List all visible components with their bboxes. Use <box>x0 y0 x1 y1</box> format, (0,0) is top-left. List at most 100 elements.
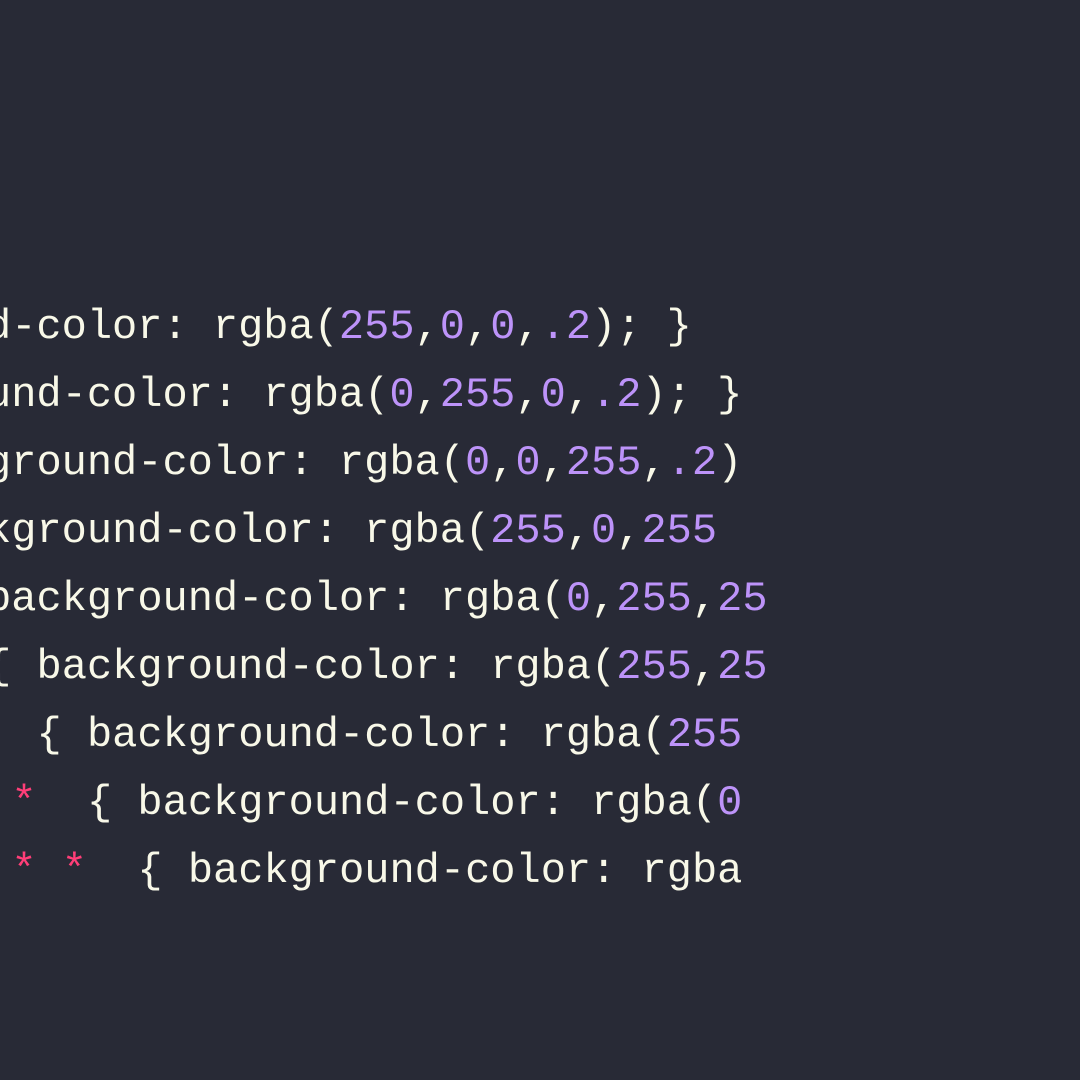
css-property: background-color <box>0 507 314 555</box>
comma: , <box>515 303 540 351</box>
css-property: ground-color <box>0 303 162 351</box>
css-number: 0 <box>465 439 490 487</box>
comma: , <box>641 439 666 487</box>
css-number: 0 <box>490 303 515 351</box>
paren-open: ( <box>364 371 389 419</box>
css-number: 25 <box>717 643 767 691</box>
whitespace <box>0 847 11 895</box>
code-line: * * { background-color: rgba(255,25 <box>0 633 1080 701</box>
whitespace <box>112 779 137 827</box>
code-line: ground-color: rgba(255,0,0,.2); } <box>0 293 1080 361</box>
comma: , <box>616 507 641 555</box>
trailing-punct: ); } <box>641 371 742 419</box>
css-function: rgba <box>642 847 743 895</box>
css-property: background-color <box>0 439 288 487</box>
css-number: 255 <box>440 371 516 419</box>
comma: , <box>566 371 591 419</box>
css-number: 255 <box>667 711 743 759</box>
css-function: rgba <box>440 575 541 623</box>
code-line: ckground-color: rgba(0,255,0,.2); } <box>0 361 1080 429</box>
colon: : <box>162 303 212 351</box>
css-number: 0 <box>541 371 566 419</box>
comma: , <box>692 575 717 623</box>
whitespace <box>62 711 87 759</box>
css-function: rgba <box>364 507 465 555</box>
comma: , <box>415 371 440 419</box>
css-number: 255 <box>616 643 692 691</box>
comma: , <box>490 439 515 487</box>
code-line: * * * * { background-color: rgba(0 <box>0 769 1080 837</box>
css-number: 255 <box>616 575 692 623</box>
paren-open: ( <box>692 779 717 827</box>
whitespace <box>37 779 62 827</box>
code-line: * * * * * { background-color: rgba <box>0 837 1080 905</box>
paren-open: ( <box>314 303 339 351</box>
paren-open: ( <box>591 643 616 691</box>
css-function: rgba <box>591 779 692 827</box>
css-property: background-color <box>37 643 440 691</box>
colon: : <box>490 711 540 759</box>
css-number: 255 <box>641 507 717 555</box>
whitespace <box>0 779 11 827</box>
whitespace <box>62 779 87 827</box>
css-number: 0 <box>515 439 540 487</box>
brace-open: { <box>137 847 162 895</box>
css-number: .2 <box>541 303 591 351</box>
css-number: 25 <box>717 575 767 623</box>
paren-open: ( <box>440 439 465 487</box>
colon: : <box>314 507 364 555</box>
css-function: rgba <box>541 711 642 759</box>
brace-open: { <box>0 643 11 691</box>
css-number: .2 <box>591 371 641 419</box>
code-line: { background-color: rgba(255,0,255 <box>0 497 1080 565</box>
selector-star: * <box>62 847 87 895</box>
css-function: rgba <box>213 303 314 351</box>
colon: : <box>288 439 338 487</box>
css-function: rgba <box>339 439 440 487</box>
comma: , <box>566 507 591 555</box>
colon: : <box>591 847 641 895</box>
whitespace <box>0 711 11 759</box>
css-number: 0 <box>591 507 616 555</box>
paren-open: ( <box>641 711 666 759</box>
code-line: * * * { background-color: rgba(255 <box>0 701 1080 769</box>
colon: : <box>440 643 490 691</box>
selector-star: * <box>11 779 36 827</box>
selector-star: * <box>11 847 36 895</box>
comma: , <box>415 303 440 351</box>
css-number: 0 <box>389 371 414 419</box>
colon: : <box>389 575 439 623</box>
css-number: 0 <box>566 575 591 623</box>
css-property: ckground-color <box>0 371 213 419</box>
css-function: rgba <box>263 371 364 419</box>
code-line: * { background-color: rgba(0,255,25 <box>0 565 1080 633</box>
whitespace <box>112 847 137 895</box>
css-number: 0 <box>440 303 465 351</box>
trailing-punct: ) <box>717 439 742 487</box>
comma: , <box>692 643 717 691</box>
css-property: background-color <box>87 711 490 759</box>
whitespace <box>11 643 36 691</box>
css-number: .2 <box>667 439 717 487</box>
colon: : <box>213 371 263 419</box>
whitespace <box>37 847 62 895</box>
code-lines-container: ground-color: rgba(255,0,0,.2); }ckgroun… <box>0 293 1080 905</box>
css-number: 255 <box>490 507 566 555</box>
css-number: 255 <box>566 439 642 487</box>
css-number: 0 <box>717 779 742 827</box>
comma: , <box>465 303 490 351</box>
css-property: background-color <box>137 779 540 827</box>
paren-open: ( <box>465 507 490 555</box>
whitespace <box>87 847 112 895</box>
paren-open: ( <box>541 575 566 623</box>
comma: , <box>541 439 566 487</box>
whitespace <box>163 847 188 895</box>
whitespace <box>11 711 36 759</box>
colon: : <box>541 779 591 827</box>
css-function: rgba <box>490 643 591 691</box>
code-editor: ground-color: rgba(255,0,0,.2); }ckgroun… <box>0 0 1080 973</box>
code-line: background-color: rgba(0,0,255,.2) <box>0 429 1080 497</box>
css-property: background-color <box>188 847 591 895</box>
brace-open: { <box>87 779 112 827</box>
comma: , <box>515 371 540 419</box>
